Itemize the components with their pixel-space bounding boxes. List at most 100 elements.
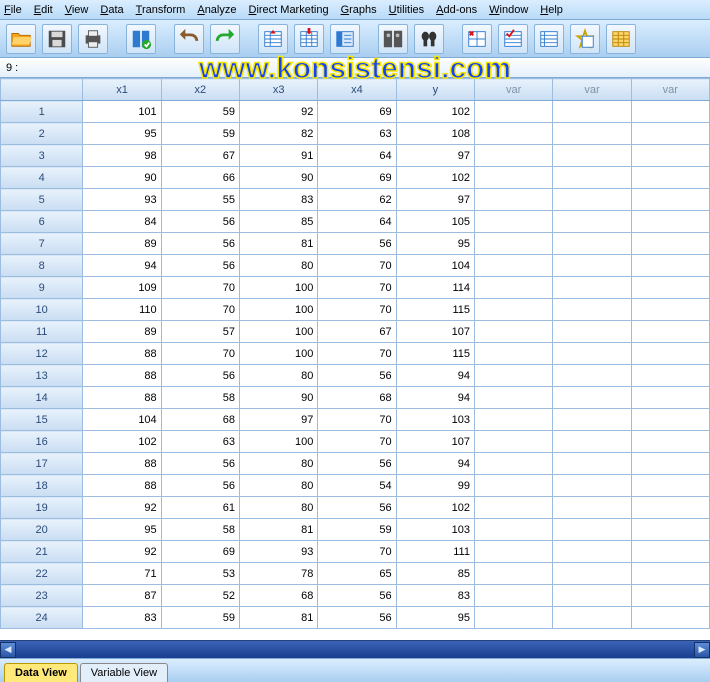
row-header[interactable]: 23 <box>1 585 83 607</box>
cell[interactable] <box>631 321 709 343</box>
value-labels-button[interactable] <box>570 24 600 54</box>
cell[interactable]: 107 <box>396 431 474 453</box>
cell[interactable] <box>553 255 631 277</box>
cell[interactable]: 56 <box>318 585 396 607</box>
cell[interactable] <box>474 453 552 475</box>
column-header-x4[interactable]: x4 <box>318 79 396 101</box>
cell[interactable]: 61 <box>161 497 239 519</box>
cell[interactable]: 88 <box>83 453 161 475</box>
cell[interactable]: 68 <box>318 387 396 409</box>
cell[interactable]: 84 <box>83 211 161 233</box>
cell[interactable] <box>553 101 631 123</box>
cell[interactable]: 107 <box>396 321 474 343</box>
recall-dialog-button[interactable] <box>126 24 156 54</box>
cell[interactable]: 85 <box>396 563 474 585</box>
column-header-x2[interactable]: x2 <box>161 79 239 101</box>
cell[interactable] <box>474 189 552 211</box>
cell[interactable]: 88 <box>83 387 161 409</box>
cell[interactable] <box>474 387 552 409</box>
row-header[interactable]: 20 <box>1 519 83 541</box>
horizontal-scrollbar[interactable]: ◀ ▶ <box>0 640 710 658</box>
tab-variable-view[interactable]: Variable View <box>80 663 168 682</box>
cell[interactable]: 56 <box>161 255 239 277</box>
cell[interactable] <box>631 607 709 629</box>
row-header[interactable]: 6 <box>1 211 83 233</box>
cell[interactable] <box>631 497 709 519</box>
cell[interactable]: 56 <box>318 233 396 255</box>
cell[interactable]: 70 <box>318 255 396 277</box>
weight-cases-button[interactable] <box>534 24 564 54</box>
cell[interactable] <box>553 607 631 629</box>
cell[interactable]: 59 <box>161 607 239 629</box>
cell[interactable]: 88 <box>83 365 161 387</box>
row-header[interactable]: 9 <box>1 277 83 299</box>
undo-button[interactable] <box>174 24 204 54</box>
customize-toolbar-button[interactable] <box>606 24 636 54</box>
cell[interactable] <box>553 541 631 563</box>
cell[interactable]: 82 <box>240 123 318 145</box>
cell[interactable] <box>631 409 709 431</box>
menu-view[interactable]: View <box>65 4 89 16</box>
cell[interactable]: 93 <box>83 189 161 211</box>
cell[interactable] <box>553 585 631 607</box>
cell[interactable]: 100 <box>240 277 318 299</box>
cell[interactable]: 99 <box>396 475 474 497</box>
row-header[interactable]: 7 <box>1 233 83 255</box>
cell[interactable]: 56 <box>161 233 239 255</box>
cell[interactable] <box>553 409 631 431</box>
cell[interactable] <box>474 101 552 123</box>
cell[interactable] <box>631 123 709 145</box>
cell[interactable]: 69 <box>318 101 396 123</box>
cell[interactable]: 81 <box>240 519 318 541</box>
row-header[interactable]: 5 <box>1 189 83 211</box>
split-file-button[interactable] <box>462 24 492 54</box>
cell[interactable]: 56 <box>161 211 239 233</box>
cell[interactable]: 91 <box>240 145 318 167</box>
cell[interactable] <box>553 123 631 145</box>
cell[interactable]: 100 <box>240 431 318 453</box>
cell[interactable] <box>474 475 552 497</box>
cell[interactable]: 56 <box>161 453 239 475</box>
cell[interactable]: 92 <box>83 541 161 563</box>
menu-data[interactable]: Data <box>100 4 123 16</box>
scroll-left-arrow[interactable]: ◀ <box>0 642 16 658</box>
cell[interactable]: 69 <box>318 167 396 189</box>
cell[interactable]: 57 <box>161 321 239 343</box>
cell[interactable] <box>631 519 709 541</box>
row-header[interactable]: 16 <box>1 431 83 453</box>
cell[interactable]: 100 <box>240 321 318 343</box>
cell[interactable] <box>553 321 631 343</box>
cell[interactable]: 94 <box>396 453 474 475</box>
cell[interactable]: 101 <box>83 101 161 123</box>
select-cases-button[interactable] <box>498 24 528 54</box>
menu-file[interactable]: File <box>4 4 22 16</box>
cell[interactable] <box>631 343 709 365</box>
cell[interactable]: 111 <box>396 541 474 563</box>
cell[interactable]: 114 <box>396 277 474 299</box>
cell[interactable]: 55 <box>161 189 239 211</box>
cell[interactable] <box>631 233 709 255</box>
cell[interactable]: 90 <box>240 387 318 409</box>
row-header[interactable]: 4 <box>1 167 83 189</box>
cell[interactable]: 83 <box>240 189 318 211</box>
cell[interactable]: 54 <box>318 475 396 497</box>
cell[interactable]: 95 <box>396 233 474 255</box>
cell[interactable]: 81 <box>240 607 318 629</box>
cell[interactable]: 109 <box>83 277 161 299</box>
cell[interactable]: 70 <box>318 343 396 365</box>
cell[interactable]: 71 <box>83 563 161 585</box>
cell[interactable] <box>474 519 552 541</box>
column-header-x3[interactable]: x3 <box>240 79 318 101</box>
cell[interactable]: 70 <box>318 277 396 299</box>
cell[interactable]: 68 <box>240 585 318 607</box>
cell[interactable]: 70 <box>161 277 239 299</box>
menu-window[interactable]: Window <box>489 4 528 16</box>
cell[interactable]: 81 <box>240 233 318 255</box>
cell[interactable]: 70 <box>318 431 396 453</box>
cell[interactable] <box>474 123 552 145</box>
cell[interactable] <box>474 541 552 563</box>
cell[interactable] <box>474 277 552 299</box>
row-header[interactable]: 11 <box>1 321 83 343</box>
cell[interactable]: 95 <box>83 123 161 145</box>
cell[interactable]: 63 <box>318 123 396 145</box>
